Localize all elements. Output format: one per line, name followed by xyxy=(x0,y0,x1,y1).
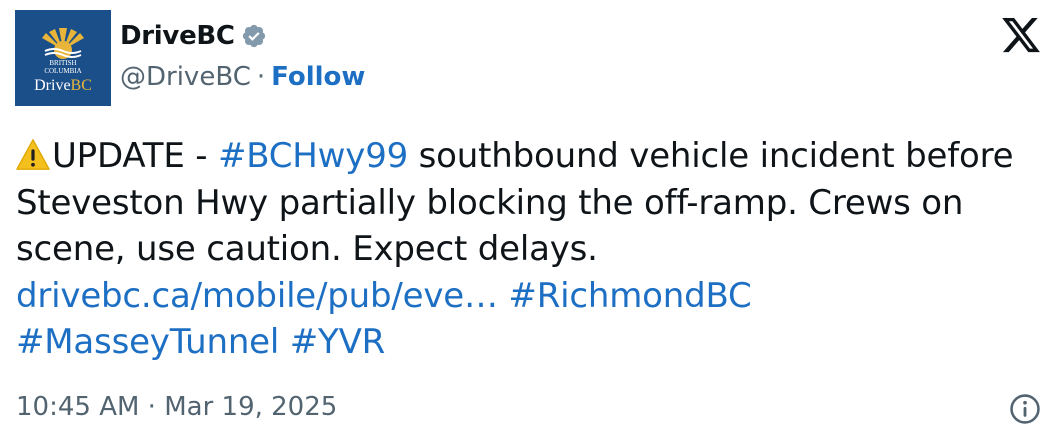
follow-button[interactable]: Follow xyxy=(271,62,365,92)
drivebc-logo: BRITISH COLUMBIA DriveBC xyxy=(15,10,111,106)
logo-brand: DriveBC xyxy=(34,77,92,94)
tweet-link[interactable]: drivebc.ca/mobile/pub/eve… xyxy=(16,276,498,316)
x-logo-icon[interactable] xyxy=(1000,14,1042,56)
hashtag-masseytunnel[interactable]: #MasseyTunnel xyxy=(16,322,279,362)
tweet-card: BRITISH COLUMBIA DriveBC DriveBC @DriveB… xyxy=(0,0,1062,438)
warning-icon xyxy=(16,138,50,172)
hashtag-richmondbc[interactable]: #RichmondBC xyxy=(508,276,751,316)
info-icon[interactable] xyxy=(1008,392,1042,426)
tweet-text-update: UPDATE - xyxy=(52,136,218,176)
handle-row: @DriveBC · Follow xyxy=(120,62,365,92)
verified-badge-icon xyxy=(241,23,267,49)
author-block: DriveBC @DriveBC · Follow xyxy=(120,16,365,92)
hashtag-yvr[interactable]: #YVR xyxy=(290,322,386,362)
separator-dot: · xyxy=(256,62,266,92)
logo-line1: BRITISH xyxy=(49,59,76,67)
name-row: DriveBC xyxy=(120,16,365,56)
tweet-text: UPDATE - #BCHwy99 southbound vehicle inc… xyxy=(16,133,1046,366)
timestamp[interactable]: 10:45 AM · Mar 19, 2025 xyxy=(16,392,337,422)
handle[interactable]: @DriveBC xyxy=(120,62,251,92)
avatar[interactable]: BRITISH COLUMBIA DriveBC xyxy=(15,10,111,106)
display-name[interactable]: DriveBC xyxy=(120,21,235,51)
hashtag-bchwy99[interactable]: #BCHwy99 xyxy=(218,136,408,176)
logo-line2: COLUMBIA xyxy=(44,67,81,75)
